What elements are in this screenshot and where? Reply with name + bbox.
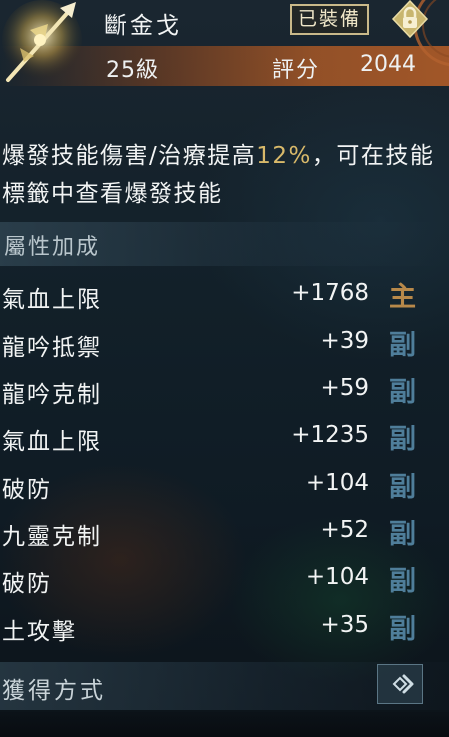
obtain-method-label: 獲得方式: [2, 678, 106, 704]
item-description: 爆發技能傷害/治療提高12%，可在技能標籤中查看爆發技能: [2, 137, 442, 213]
primary-attribute-tag: 主: [389, 282, 416, 313]
attribute-value: +59: [320, 375, 369, 401]
attribute-value: +35: [320, 612, 369, 638]
attribute-value: +39: [320, 328, 369, 354]
attribute-row: 龍吟克制 +59 副: [0, 369, 449, 415]
attribute-value: +1235: [291, 422, 369, 448]
attribute-row: 破防 +104 副: [0, 464, 449, 510]
lock-icon[interactable]: [391, 0, 429, 38]
attribute-label: 土攻擊: [2, 619, 77, 645]
attribute-label: 氣血上限: [2, 429, 102, 455]
item-tooltip-panel: 斷金戈 已裝備 25級 評分 2044 爆發技能傷害/治療提高12%，可在技能標…: [0, 0, 449, 737]
score-label: 評分: [272, 58, 321, 83]
description-text: 爆發技能傷害/治療提高: [2, 143, 257, 169]
item-header: 斷金戈 已裝備 25級 評分 2044: [0, 0, 449, 92]
description-highlight: 12%: [256, 143, 312, 169]
secondary-attribute-tag: 副: [389, 377, 416, 408]
attribute-row: 龍吟抵禦 +39 副: [0, 322, 449, 368]
attribute-value: +104: [305, 470, 369, 496]
attribute-value: +104: [305, 564, 369, 590]
attribute-row: 氣血上限 +1768 主: [0, 274, 449, 320]
attribute-value: +52: [320, 517, 369, 543]
halberd-weapon-icon: [2, 0, 82, 82]
attribute-label: 九靈克制: [2, 524, 102, 550]
attribute-row: 九靈克制 +52 副: [0, 511, 449, 557]
attributes-header: 屬性加成: [4, 235, 101, 260]
chevron-right-icon: [392, 674, 414, 694]
item-name: 斷金戈: [104, 13, 182, 39]
attribute-value: +1768: [291, 280, 369, 306]
attribute-row: 氣血上限 +1235 副: [0, 416, 449, 462]
equipped-badge: 已裝備: [290, 4, 370, 35]
attribute-label: 氣血上限: [2, 287, 102, 313]
secondary-attribute-tag: 副: [389, 330, 416, 361]
score-value: 2044: [360, 52, 416, 77]
attribute-label: 破防: [2, 571, 52, 597]
attribute-label: 龍吟抵禦: [2, 335, 102, 361]
attribute-label: 破防: [2, 477, 52, 503]
attribute-row: 破防 +104 副: [0, 558, 449, 604]
item-level: 25級: [106, 58, 159, 83]
secondary-attribute-tag: 副: [389, 566, 416, 597]
obtain-method-button[interactable]: [377, 664, 423, 704]
secondary-attribute-tag: 副: [389, 519, 416, 550]
secondary-attribute-tag: 副: [389, 472, 416, 503]
attribute-label: 龍吟克制: [2, 382, 102, 408]
attribute-row: 土攻擊 +35 副: [0, 606, 449, 652]
bottom-fade: [0, 712, 449, 737]
secondary-attribute-tag: 副: [389, 614, 416, 645]
secondary-attribute-tag: 副: [389, 424, 416, 455]
